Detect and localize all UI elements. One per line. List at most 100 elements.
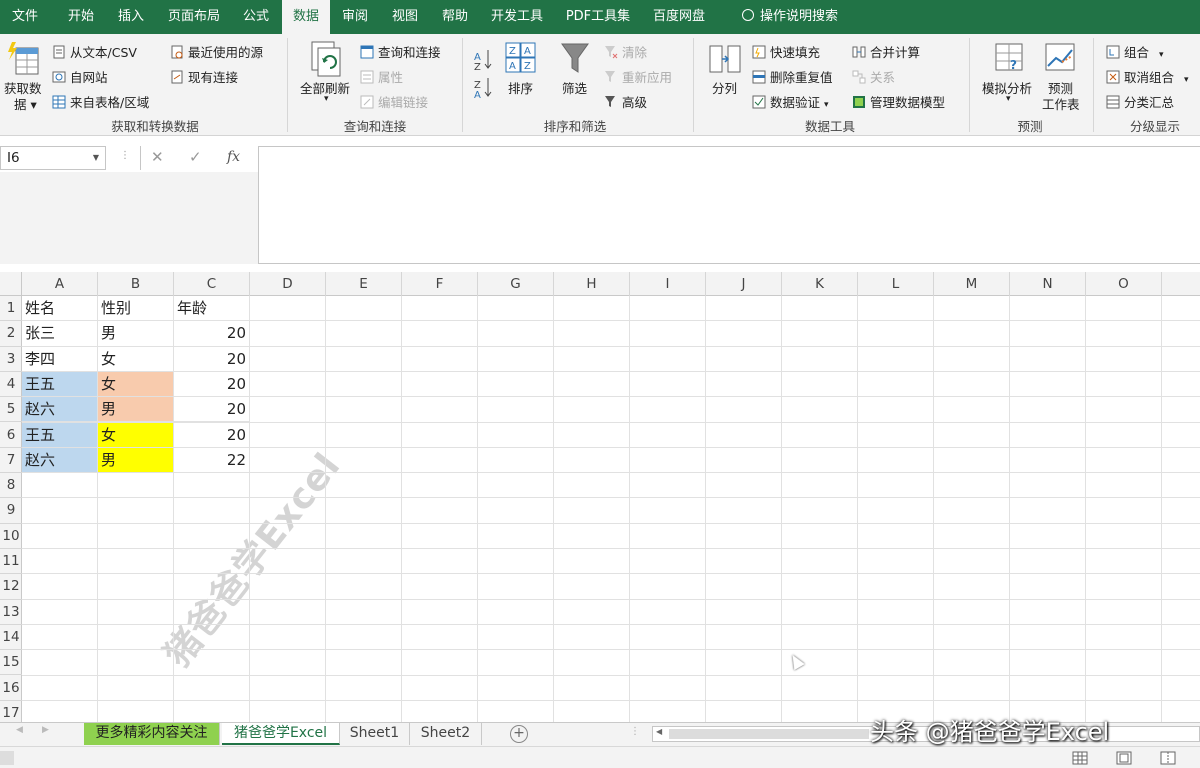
row-header-13[interactable]: 13 — [0, 600, 22, 625]
row-header-12[interactable]: 12 — [0, 574, 22, 600]
cell-b1[interactable]: 性别 — [98, 296, 174, 322]
column-header-m[interactable]: M — [934, 272, 1010, 296]
cell-b6[interactable]: 女 — [98, 422, 174, 448]
tab-view[interactable]: 视图 — [382, 0, 428, 34]
queries-connections-button[interactable]: 查询和连接 — [360, 42, 441, 61]
scroll-left-icon[interactable]: ◀ — [656, 727, 662, 736]
tab-home[interactable]: 开始 — [56, 0, 106, 34]
sort-button[interactable]: 排序 — [508, 78, 533, 97]
row-header-16[interactable]: 16 — [0, 676, 22, 701]
page-break-view-icon[interactable] — [1160, 751, 1176, 765]
column-header-n[interactable]: N — [1010, 272, 1086, 296]
cell-a4[interactable]: 王五 — [22, 371, 98, 398]
refresh-all-dropdown[interactable]: ▾ — [324, 94, 329, 104]
group-button[interactable]: 组合 ▾ — [1106, 42, 1164, 61]
column-header-e[interactable]: E — [326, 272, 402, 296]
clear-filter-button[interactable]: 清除 — [604, 42, 647, 61]
cell-b3[interactable]: 女 — [98, 346, 174, 372]
cell-c7[interactable]: 22 — [174, 447, 250, 474]
enter-icon[interactable]: ✓ — [189, 148, 202, 166]
name-box-dropdown-icon[interactable]: ▼ — [93, 147, 99, 169]
column-header-i[interactable]: I — [630, 272, 706, 296]
what-if-dropdown[interactable]: ▾ — [1006, 94, 1011, 104]
macro-record-icon[interactable] — [0, 751, 14, 765]
tell-me-search[interactable]: 操作说明搜索 — [730, 0, 850, 34]
sheet-tab-follow[interactable]: 更多精彩内容关注 — [84, 723, 220, 745]
tab-page-layout[interactable]: 页面布局 — [160, 0, 228, 34]
row-header-17[interactable]: 17 — [0, 701, 22, 722]
row-header-5[interactable]: 5 — [0, 397, 22, 423]
sort-az-za-icons[interactable]: AZ ZA — [474, 48, 494, 104]
cell-b4[interactable]: 女 — [98, 371, 174, 398]
formula-input[interactable] — [258, 146, 1200, 264]
row-header-2[interactable]: 2 — [0, 321, 22, 347]
edit-links-button[interactable]: 编辑链接 — [360, 92, 428, 111]
row-header-14[interactable]: 14 — [0, 625, 22, 651]
cell-c4[interactable]: 20 — [174, 371, 250, 398]
row-header-9[interactable]: 9 — [0, 498, 22, 524]
new-sheet-icon[interactable]: + — [510, 725, 528, 743]
cell-a5[interactable]: 赵六 — [22, 397, 98, 423]
tab-pdf-tools[interactable]: PDF工具集 — [558, 0, 638, 34]
tab-review[interactable]: 审阅 — [332, 0, 378, 34]
row-header-3[interactable]: 3 — [0, 347, 22, 372]
reapply-button[interactable]: 重新应用 — [604, 67, 672, 86]
tab-insert[interactable]: 插入 — [108, 0, 154, 34]
cell-a6[interactable]: 王五 — [22, 422, 98, 448]
row-header-11[interactable]: 11 — [0, 549, 22, 575]
cell-a7[interactable]: 赵六 — [22, 447, 98, 474]
row-header-6[interactable]: 6 — [0, 423, 22, 448]
worksheet-grid[interactable]: ABCDEFGHIJKLMNO 1 2 3 4 5 6 7 8 9 10 11 12 13 14 15 16 1… — [0, 264, 1200, 722]
sheet-tab-sheet1[interactable]: Sheet1 — [340, 723, 410, 745]
cell-a1[interactable]: 姓名 — [22, 296, 98, 322]
cell-b5[interactable]: 男 — [98, 397, 174, 423]
cell-c2[interactable]: 20 — [174, 321, 250, 347]
name-box[interactable]: I6 ▼ — [0, 146, 106, 170]
from-web-button[interactable]: 自网站 — [52, 67, 108, 86]
sheet-tab-sheet2[interactable]: Sheet2 — [410, 723, 482, 745]
cell-c5[interactable]: 20 — [174, 397, 250, 423]
consolidate-button[interactable]: 合并计算 — [852, 42, 920, 61]
column-header-c[interactable]: C — [174, 272, 250, 296]
row-header-1[interactable]: 1 — [0, 296, 22, 322]
text-to-columns-button[interactable]: 分列 — [712, 78, 737, 97]
column-header-b[interactable]: B — [98, 272, 174, 296]
row-header-8[interactable]: 8 — [0, 473, 22, 499]
remove-duplicates-button[interactable]: 删除重复值 — [752, 67, 833, 86]
advanced-filter-button[interactable]: 高级 — [604, 92, 647, 111]
select-all-corner[interactable] — [0, 272, 22, 296]
sheet-tab-zhubaba[interactable]: 猪爸爸学Excel — [222, 723, 340, 745]
column-header-d[interactable]: D — [250, 272, 326, 296]
subtotal-button[interactable]: 分类汇总 — [1106, 92, 1174, 111]
ungroup-button[interactable]: 取消组合 ▾ — [1106, 67, 1189, 86]
recent-sources-button[interactable]: 最近使用的源 — [170, 42, 263, 61]
column-header-g[interactable]: G — [478, 272, 554, 296]
cell-a2[interactable]: 张三 — [22, 321, 98, 347]
filter-button[interactable]: 筛选 — [562, 78, 587, 97]
tab-splitter-icon[interactable]: ⋮ — [630, 726, 640, 737]
normal-view-icon[interactable] — [1072, 751, 1088, 765]
from-text-csv-button[interactable]: 从文本/CSV — [52, 42, 137, 61]
horizontal-scroll-thumb[interactable] — [669, 729, 869, 739]
column-header-f[interactable]: F — [402, 272, 478, 296]
column-header-j[interactable]: J — [706, 272, 782, 296]
scroll-prev-sheet-icon[interactable]: ◀ — [16, 725, 23, 735]
flash-fill-button[interactable]: 快速填充 — [752, 42, 820, 61]
get-data-button-line2[interactable]: 据 ▾ — [14, 94, 37, 113]
column-header-a[interactable]: A — [22, 272, 98, 296]
row-header-10[interactable]: 10 — [0, 524, 22, 549]
cancel-icon[interactable]: ✕ — [151, 148, 164, 166]
scroll-next-sheet-icon[interactable]: ▶ — [42, 725, 49, 735]
column-header-l[interactable]: L — [858, 272, 934, 296]
tab-file[interactable]: 文件 — [0, 0, 50, 34]
tab-formulas[interactable]: 公式 — [234, 0, 278, 34]
tab-baidu-netdisk[interactable]: 百度网盘 — [644, 0, 714, 34]
manage-data-model-button[interactable]: 管理数据模型 — [852, 92, 945, 111]
tab-data[interactable]: 数据 — [282, 0, 330, 34]
from-table-range-button[interactable]: 来自表格/区域 — [52, 92, 149, 111]
relationships-button[interactable]: 关系 — [852, 67, 895, 86]
row-header-15[interactable]: 15 — [0, 650, 22, 676]
forecast-sheet-button-line2[interactable]: 工作表 — [1042, 94, 1080, 113]
tab-help[interactable]: 帮助 — [432, 0, 478, 34]
insert-function-icon[interactable]: fx — [227, 149, 240, 165]
